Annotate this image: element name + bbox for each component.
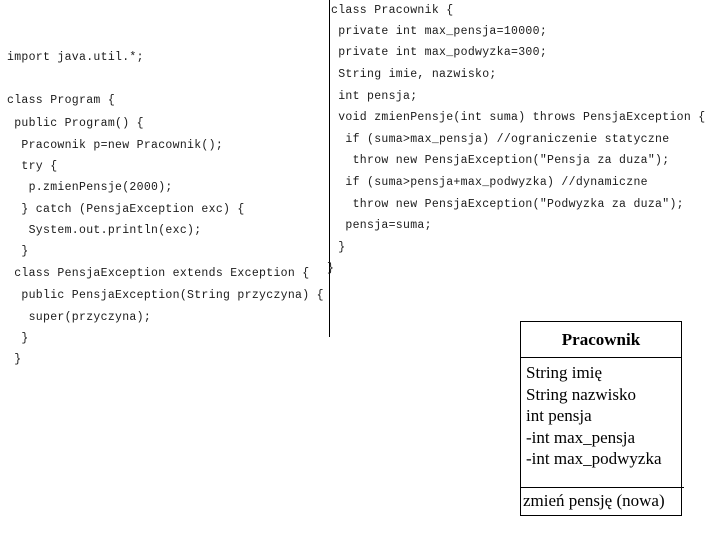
left-code-line: class PensjaException extends Exception …	[7, 267, 310, 280]
right-code-line: int pensja;	[331, 90, 418, 103]
left-code-line: }	[7, 245, 29, 258]
right-code-line: private int max_pensja=10000;	[331, 25, 548, 38]
left-code-line: p.zmienPensje(2000);	[7, 181, 173, 194]
right-code-line: if (suma>max_pensja) //ograniczenie stat…	[331, 133, 670, 146]
left-code-line: public PensjaException(String przyczyna)…	[7, 289, 324, 302]
left-code-line: super(przyczyna);	[7, 311, 152, 324]
left-code-line: } catch (PensjaException exc) {	[7, 203, 245, 216]
uml-attributes: String imię String nazwisko int pensja -…	[526, 362, 662, 470]
left-code-line: try {	[7, 160, 58, 173]
right-code-line: pensja=suma;	[331, 219, 432, 232]
left-code-line: public Program() {	[7, 117, 144, 130]
right-code-line: throw new PensjaException("Podwyzka za d…	[331, 198, 684, 211]
left-code-line: import java.util.*;	[7, 51, 144, 64]
right-code-line: String imie, nazwisko;	[331, 68, 497, 81]
right-code-line: }	[331, 241, 346, 254]
uml-method: zmień pensję (nowa)	[523, 491, 665, 510]
right-code-line: private int max_podwyzka=300;	[331, 46, 548, 59]
right-code-line: class Pracownik {	[331, 4, 454, 17]
uml-attribute: -int max_pensja	[526, 427, 636, 447]
right-code-line: }	[327, 262, 335, 275]
right-code-line: void zmienPensje(int suma) throws Pensja…	[331, 111, 706, 124]
uml-methods-divider	[521, 487, 684, 488]
uml-class-box: Pracownik String imię String nazwisko in…	[520, 321, 684, 516]
uml-attribute: int pensja	[526, 406, 592, 425]
right-code-line: throw new PensjaException("Pensja za duz…	[331, 154, 670, 167]
uml-attribute: String imię	[526, 363, 603, 382]
left-code-line: Pracownik p=new Pracownik();	[7, 139, 224, 152]
right-code-line: if (suma>pensja+max_podwyzka) //dynamicz…	[331, 176, 648, 189]
uml-attribute: -int max_podwyzka	[526, 449, 662, 468]
left-code-line: class Program {	[7, 94, 116, 107]
uml-attribute: String nazwisko	[526, 384, 637, 404]
left-code-line: System.out.println(exc);	[7, 224, 202, 237]
uml-class-name: Pracownik	[521, 322, 681, 358]
left-code-line: }	[7, 353, 22, 366]
left-code-line: }	[7, 332, 29, 345]
column-divider	[329, 0, 330, 337]
